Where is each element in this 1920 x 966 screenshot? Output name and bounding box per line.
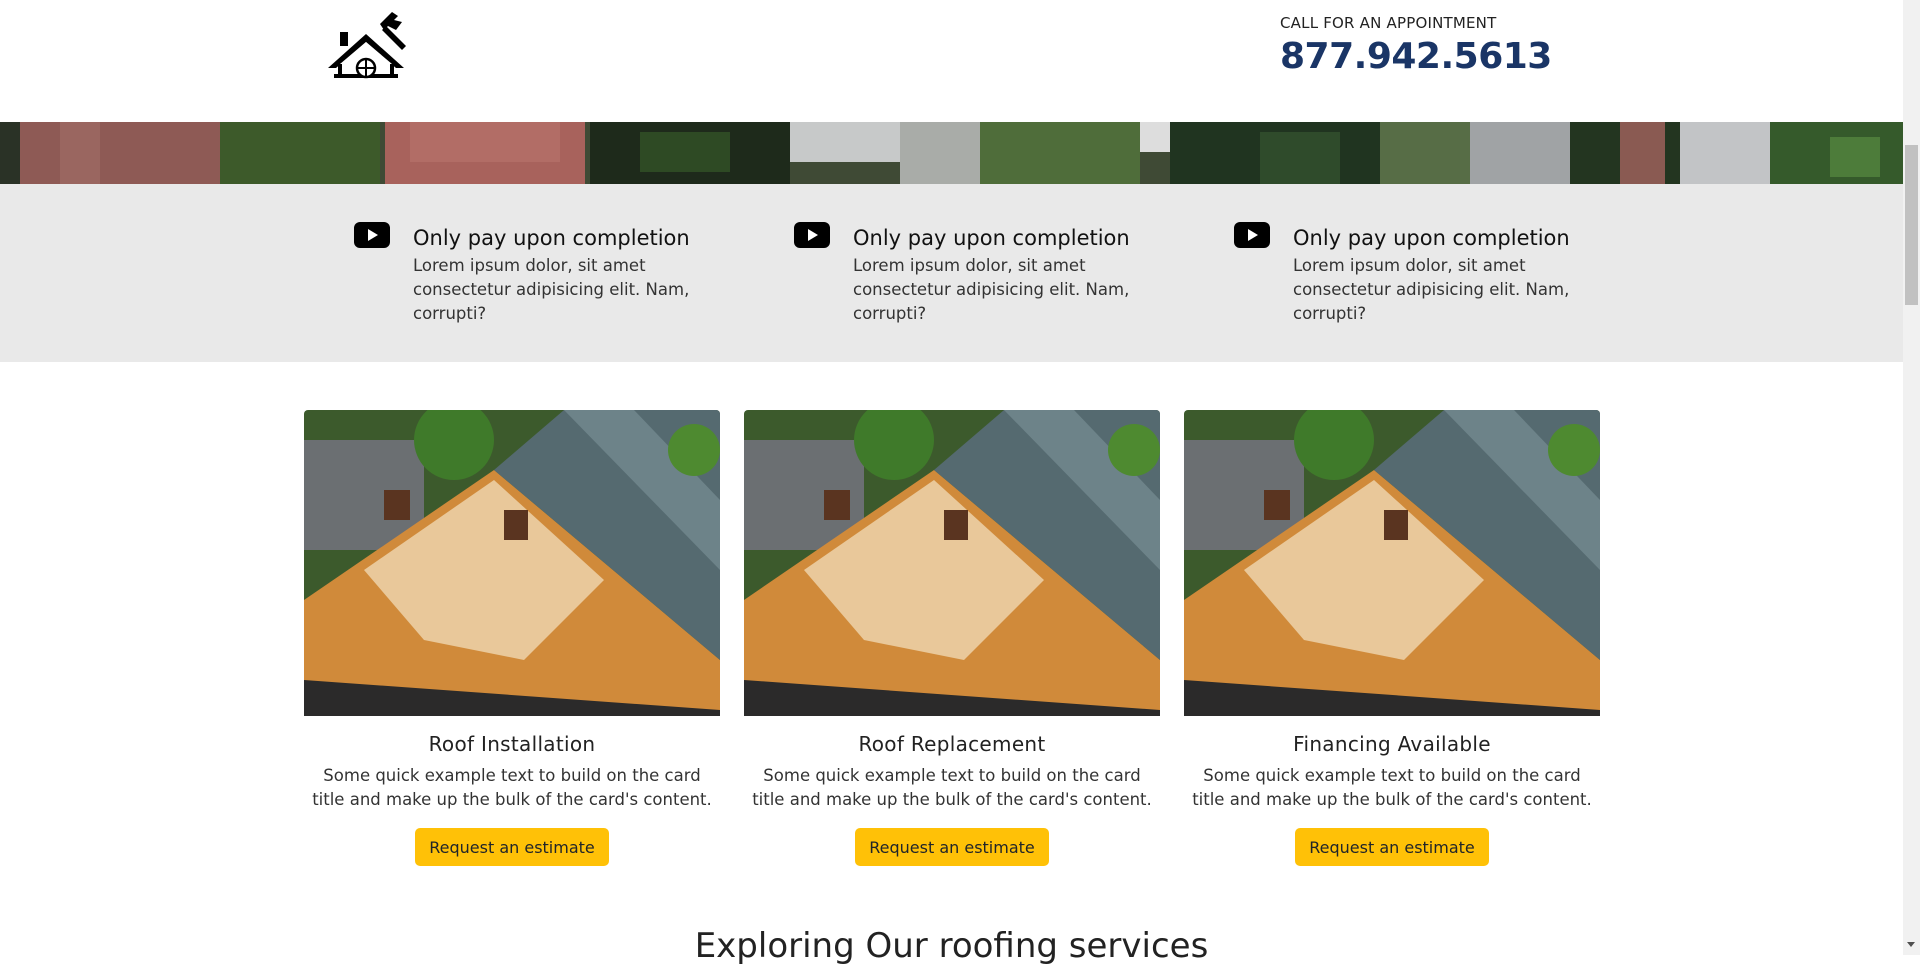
card-title: Financing Available — [1293, 732, 1491, 756]
card-title: Roof Replacement — [858, 732, 1046, 756]
card-text: Some quick example text to build on the … — [1192, 766, 1592, 809]
hero-background-image — [0, 122, 1903, 184]
feature-body: Lorem ipsum dolor, sit amet consectetur … — [853, 256, 1130, 323]
call-label: CALL FOR AN APPOINTMENT — [1280, 14, 1497, 32]
section-heading: Exploring Our roofing services — [694, 926, 1209, 966]
card-text: Some quick example text to build on the … — [752, 766, 1152, 809]
feature-body: Lorem ipsum dolor, sit amet consectetur … — [413, 256, 690, 323]
call-for-appointment: CALL FOR AN APPOINTMENT 877.942.5613 — [1280, 14, 1552, 77]
youtube-icon — [794, 222, 830, 248]
feature-title: Only pay upon completion — [853, 226, 1130, 250]
request-estimate-button[interactable]: Request an estimate — [1295, 828, 1489, 866]
service-card: Roof Installation Some quick example tex… — [304, 410, 720, 866]
service-card: Financing Available Some quick example t… — [1184, 410, 1600, 866]
aerial-neighborhood-image — [0, 122, 1903, 184]
feature-body: Lorem ipsum dolor, sit amet consectetur … — [1293, 256, 1570, 323]
site-header: CALL FOR AN APPOINTMENT 877.942.5613 — [0, 0, 1903, 122]
request-estimate-button[interactable]: Request an estimate — [415, 828, 609, 866]
feature-title: Only pay upon completion — [1293, 226, 1570, 250]
roof-replacement-image — [744, 410, 1160, 716]
youtube-icon — [1234, 222, 1270, 248]
card-title: Roof Installation — [428, 732, 596, 756]
service-card: Roof Replacement Some quick example text… — [744, 410, 1160, 866]
youtube-icon — [354, 222, 390, 248]
financing-image — [1184, 410, 1600, 716]
phone-number-link[interactable]: 877.942.5613 — [1280, 36, 1552, 77]
house-hammer-logo-icon[interactable] — [326, 10, 422, 80]
card-text: Some quick example text to build on the … — [312, 766, 712, 809]
feature-title: Only pay upon completion — [413, 226, 690, 250]
page-scrollbar[interactable] — [1903, 0, 1920, 955]
scrollbar-thumb[interactable] — [1905, 145, 1918, 305]
roof-installation-image — [304, 410, 720, 716]
features-band: Only pay upon completion Lorem ipsum dol… — [0, 184, 1903, 362]
request-estimate-button[interactable]: Request an estimate — [855, 828, 1049, 866]
scroll-down-arrow-icon[interactable] — [1907, 942, 1915, 947]
